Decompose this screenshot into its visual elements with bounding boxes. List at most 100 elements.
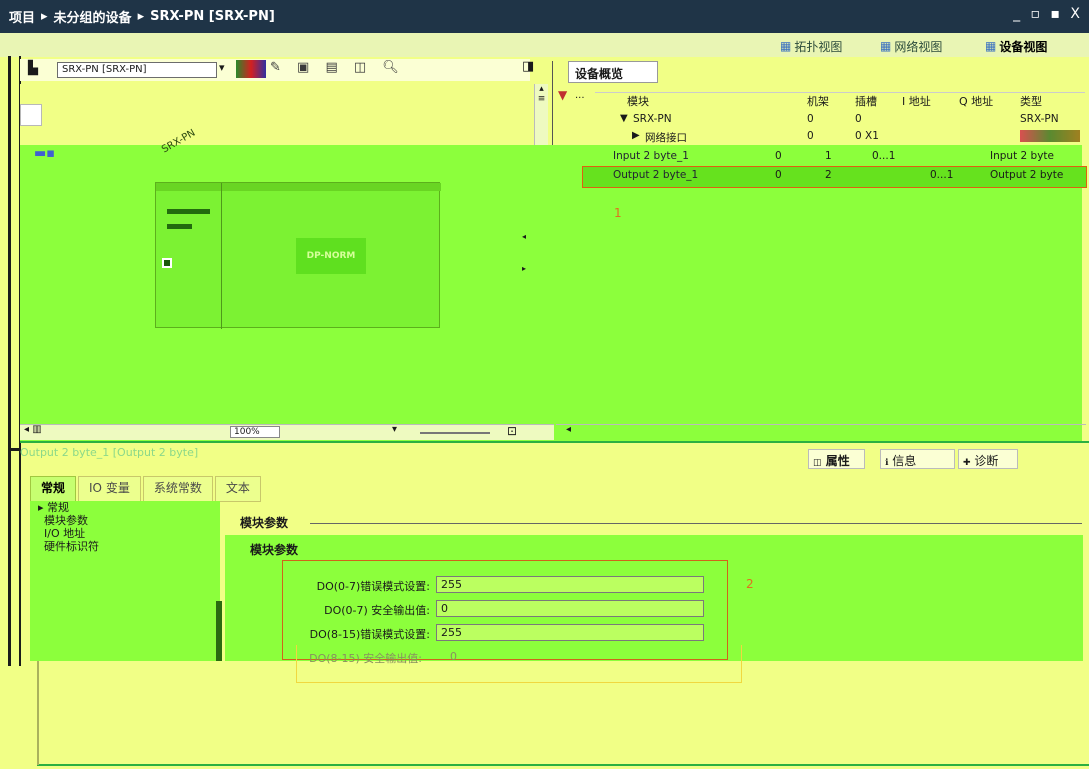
grid-header-line — [595, 92, 1085, 93]
breadcrumb-project[interactable]: 项目 — [9, 7, 35, 26]
filter-icon[interactable]: ▼ — [558, 88, 567, 102]
device-select[interactable]: SRX-PN [SRX-PN] — [57, 62, 217, 78]
col-rack[interactable]: 机架 — [807, 93, 829, 109]
tab-io-variables[interactable]: IO 变量 — [78, 476, 141, 502]
table-row-q-address: 0...1 — [930, 169, 954, 181]
tab-topology-view[interactable]: ▦ 拓扑视图 — [780, 37, 842, 55]
toolbar-icons[interactable]: ✎ ▣ ▤ ◫ 🔍︎ — [270, 60, 405, 75]
device-icon: ▦ — [985, 39, 997, 53]
nav-scrollbar[interactable] — [216, 601, 222, 661]
param-label: DO(0-7) 安全输出值: — [324, 604, 430, 617]
table-row-slot: 0 — [855, 113, 862, 125]
table-row-rack: 0 — [807, 130, 814, 142]
table-row-module[interactable]: Input 2 byte_1 — [613, 150, 689, 162]
col-type[interactable]: 类型 — [1020, 93, 1042, 109]
port-icon[interactable] — [162, 258, 172, 268]
table-row-expand-icon[interactable]: ▶ — [632, 130, 640, 141]
table-row-module[interactable]: 网络接口 — [645, 130, 687, 145]
breadcrumb-separator-icon: ▸ — [41, 9, 48, 24]
collapse-left-icon[interactable]: ◂ — [522, 232, 526, 241]
fit-view-icon[interactable]: ⊡ — [507, 424, 517, 440]
panel-separator — [20, 441, 1089, 443]
module-separator — [221, 183, 222, 329]
col-module[interactable]: 模块 — [627, 93, 649, 109]
info-label: 信息 — [892, 454, 917, 468]
device-thumbnail-icon: ▬▪ — [34, 146, 56, 161]
tab-properties[interactable]: ◫ 属性 — [808, 449, 865, 469]
nav-item-module-params[interactable]: 模块参数 — [30, 514, 220, 527]
network-icon: ▦ — [880, 39, 892, 53]
tab-general[interactable]: 常规 — [30, 476, 77, 502]
tab-diagnostics[interactable]: ✚ 诊断 — [958, 449, 1018, 469]
table-row-rack: 0 — [775, 150, 782, 162]
tab-text[interactable]: 文本 — [214, 476, 261, 502]
col-i-address[interactable]: I 地址 — [902, 93, 931, 109]
module-indicator-bar-short — [167, 224, 192, 229]
annotation-label-1: 1 — [614, 206, 622, 220]
diagnostics-icon: ✚ — [963, 458, 971, 468]
tab-device-view[interactable]: ▦ 设备视图 — [985, 37, 1047, 55]
tab-network-view[interactable]: ▦ 网络视图 — [880, 37, 942, 55]
properties-icon: ◫ — [813, 458, 822, 468]
device-view-label: 设备视图 — [999, 39, 1048, 54]
param-field-do0-7-error-mode[interactable]: 255 — [436, 576, 704, 593]
nav-item-general[interactable]: ▸ 常规 — [30, 501, 220, 514]
param-value-faded[interactable]: 0 — [450, 650, 457, 663]
table-row-module[interactable]: SRX-PN — [633, 113, 672, 125]
tab-info[interactable]: ℹ 信息 — [880, 449, 955, 469]
zoom-select[interactable]: 100% — [230, 426, 280, 438]
tab-device-overview[interactable]: 设备概览 — [568, 61, 658, 83]
topology-icon: ▦ — [780, 39, 792, 53]
param-label: DO(8-15)错误模式设置: — [309, 628, 430, 641]
property-tabs: 常规 IO 变量 系统常数 文本 — [30, 476, 263, 502]
dp-norm-module[interactable]: DP-NORM — [296, 238, 366, 274]
table-row-slot: 0 X1 — [855, 130, 879, 142]
param-label: DO(8-15) 安全输出值: — [309, 652, 422, 665]
scroll-up-icon[interactable]: ▴ — [535, 84, 548, 94]
table-row-expand-icon[interactable]: ▼ — [620, 113, 628, 124]
param-field-do8-15-error-mode[interactable]: 255 — [436, 624, 704, 641]
module-top-bar — [156, 183, 441, 191]
table-row-module[interactable]: Output 2 byte_1 — [613, 169, 698, 181]
collapse-right-icon[interactable]: ▸ — [522, 264, 526, 273]
device-select-value: SRX-PN [SRX-PN] — [62, 64, 147, 75]
param-field-do0-7-safe-value[interactable]: 0 — [436, 600, 704, 617]
module-icon[interactable] — [236, 60, 266, 78]
bottom-left-rule — [37, 661, 39, 765]
nav-item-io-address[interactable]: I/O 地址 — [30, 527, 220, 540]
breadcrumb-separator-icon: ▸ — [137, 9, 145, 24]
breadcrumb-device[interactable]: SRX-PN [SRX-PN] — [150, 9, 275, 24]
splitter-handle[interactable] — [8, 448, 20, 451]
zoom-slider[interactable] — [420, 432, 490, 434]
table-row-rack: 0 — [775, 169, 782, 181]
zoom-value: 100% — [234, 427, 260, 437]
title-bar: 项目 ▸ 未分组的设备 ▸ SRX-PN [SRX-PN] — [0, 0, 1089, 33]
window-controls[interactable]: _ ▫ ▪ X — [1013, 6, 1083, 22]
table-row-rack: 0 — [807, 113, 814, 125]
zoom-dropdown-icon[interactable]: ▾ — [392, 424, 397, 440]
table-row-slot: 1 — [825, 150, 832, 162]
column-options[interactable]: ... — [575, 90, 585, 101]
module-indicator-bar — [167, 209, 210, 214]
param-label: DO(0-7)错误模式设置: — [316, 580, 430, 593]
grid-horizontal-scrollbar[interactable] — [556, 424, 1086, 440]
subsection-title: 模块参数 — [250, 543, 299, 557]
toggle-panel-icon[interactable]: ◨ — [522, 59, 534, 74]
scroll-thumb[interactable]: ≡ — [535, 94, 548, 104]
section-rule — [310, 523, 1082, 524]
device-overview-label: 设备概览 — [575, 67, 624, 81]
tab-system-constants[interactable]: 系统常数 — [142, 476, 213, 502]
scroll-left-icon[interactable]: ◂ ▥ — [24, 424, 42, 440]
col-q-address[interactable]: Q 地址 — [959, 93, 993, 109]
table-row-type: SRX-PN — [1020, 113, 1059, 125]
nav-item-hw-identifier[interactable]: 硬件标识符 — [30, 540, 220, 553]
bottom-separator — [37, 764, 1089, 766]
add-device-icon[interactable]: ▙ — [28, 61, 38, 76]
table-row-type: Input 2 byte — [990, 150, 1054, 162]
properties-label: 属性 — [825, 454, 850, 468]
col-slot[interactable]: 插槽 — [855, 93, 877, 109]
annotation-label-2: 2 — [746, 577, 754, 591]
table-row-slot: 2 — [825, 169, 832, 181]
chevron-down-icon[interactable]: ▾ — [219, 61, 225, 74]
breadcrumb-group[interactable]: 未分组的设备 — [54, 7, 132, 26]
